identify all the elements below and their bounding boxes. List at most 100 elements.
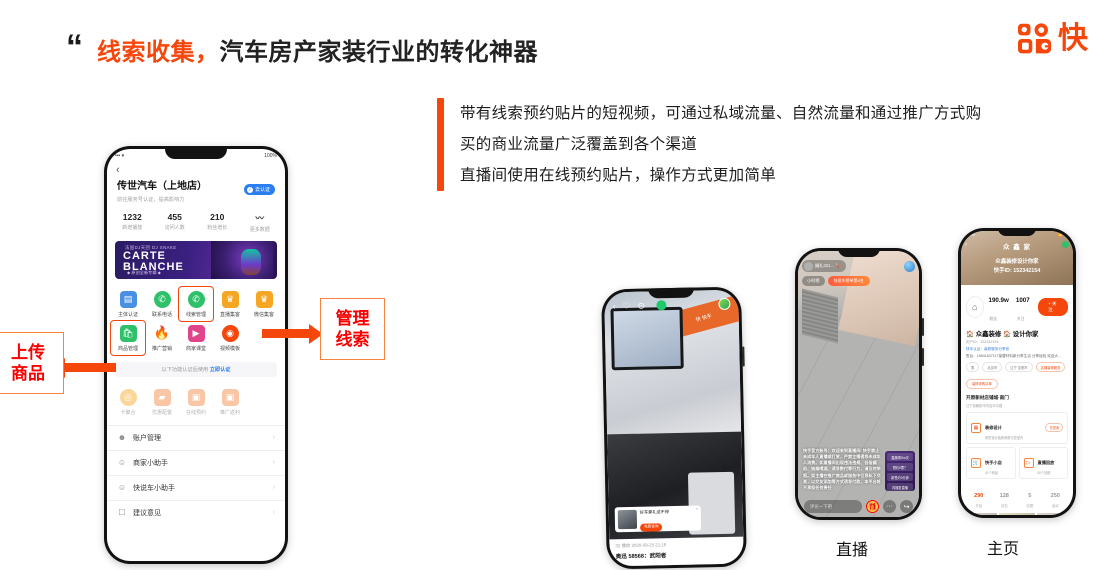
feature-tuiguangfanli[interactable]: ▣ 推广返利	[213, 385, 247, 419]
stat-label: 更多数据	[249, 226, 270, 233]
video-author[interactable]: 奥迅 58568：武阳者	[616, 550, 738, 560]
card-stack-icon: ◎	[119, 388, 137, 406]
more-circle-icon[interactable]: ⊙	[637, 300, 645, 311]
share-icon[interactable]: ↪	[900, 500, 913, 513]
profile-user-id: 用户ID：152342154	[966, 340, 999, 344]
product-clue-card[interactable]: 好车豪礼送不停 免费咨询 ×	[614, 505, 702, 533]
verify-badge[interactable]: ✓ 去认证	[243, 184, 275, 195]
video-tile[interactable]: 热门 装修过程中的水电改造	[998, 511, 1036, 515]
video-tile[interactable]: 热门 住宅墙面刷新什么	[961, 511, 999, 515]
profile-chips: 男 北京市 辽宁 沈阳市 店铺装修服务	[966, 362, 1068, 373]
service-card-action[interactable]: 去咨询	[1045, 423, 1063, 433]
more-data-button[interactable]: 〰 更多数据	[239, 212, 282, 233]
certificate-icon: ▤	[119, 290, 137, 308]
comment-input[interactable]: 评论一下吧	[804, 500, 862, 513]
live-hour-rank-tag[interactable]: 小时榜	[802, 276, 825, 286]
feature-shipinmuban[interactable]: ◉ 视频模板	[213, 321, 247, 355]
live-rank-tags: 小时榜 快说车榜单第6名	[802, 276, 870, 286]
locked-feature-grid: ◎ 卡聚合 ▰ 优惠配置 ▣ 在线预约 ▣ 推广返利	[107, 377, 285, 421]
service-card-design[interactable]: ▦ 装修设计 带您设计装修房屋与您室内 去咨询	[966, 411, 1068, 444]
feature-zhibojike[interactable]: ♛ 直播集客	[213, 287, 247, 321]
verify-notice: 以下功能认证后使用 立即认证	[115, 361, 277, 377]
list-item-car-assistant[interactable]: ☺ 快说车小助手 ›	[107, 474, 285, 500]
profile-chip[interactable]: 男	[966, 362, 980, 373]
feature-label: 直播集客	[219, 311, 240, 318]
profile-chip[interactable]: 辽宁 沈阳市	[1005, 362, 1033, 373]
product-card-title: 好车豪礼送不停	[639, 509, 670, 515]
list-item-account[interactable]: ☻ 账户管理 ›	[107, 424, 285, 450]
profile-hero: 23:39 📶 🔋 ‹ 众 鑫 家 众鑫装修设计你家 快手ID: 1523421…	[961, 231, 1073, 285]
description-line-3: 直播间使用在线预约贴片，操作方式更加简单	[460, 167, 777, 184]
tab-value: 5	[1028, 492, 1032, 499]
profile-purchase-pill[interactable]: 装修采购清单	[966, 378, 998, 389]
heart-icon[interactable]: ♡	[622, 300, 630, 311]
description-line-2: 买的商业流量广泛覆盖到各个渠道	[460, 136, 698, 153]
tab-likes[interactable]: 250 喜欢	[1043, 484, 1069, 508]
phone-side-button	[742, 346, 745, 367]
gift-icon[interactable]: 🎁	[866, 500, 879, 513]
stat-item[interactable]: 1232 新增播放	[111, 212, 154, 233]
service-card-replay[interactable]: ▷ 直播回放 60个回放	[1018, 446, 1068, 479]
fans-stat[interactable]: 190.9w 粉丝	[989, 289, 1011, 325]
globe-icon[interactable]	[904, 260, 915, 272]
feature-zaixianyuyue[interactable]: ▣ 在线预约	[179, 385, 213, 419]
stat-item[interactable]: 210 粉丝增长	[196, 212, 239, 233]
tab-label: 作品	[975, 503, 983, 508]
live-host-pill[interactable]: 婚礼321... 🍗	[802, 260, 847, 272]
phone-side-button	[922, 348, 924, 366]
check-icon: ✓	[246, 186, 253, 193]
profile-service-cards: ▦ 装修设计 带您设计装修房屋与您室内 去咨询 🛒 快手小店 41个商品 ▷ 直…	[966, 411, 1068, 479]
live-dot-icon[interactable]	[655, 300, 667, 311]
feature-label: 商品管理	[117, 345, 138, 352]
tab-dynamics[interactable]: 128 动态	[992, 484, 1018, 508]
stat-label: 新增播放	[122, 224, 143, 231]
chat-icon: ☺	[117, 483, 127, 492]
list-item-merchant-assistant[interactable]: ☺ 商家小助手 ›	[107, 449, 285, 475]
food-emoji-icon: 🍗	[835, 263, 842, 268]
feature-weixinjike[interactable]: ♛ 微信集客	[247, 287, 281, 321]
annotation-arrow-left	[51, 357, 116, 378]
profile-stats-row: ⌂ 190.9w 粉丝 1007 关注 + 关注	[966, 289, 1069, 325]
profile-chip[interactable]: 店铺装修服务	[1035, 362, 1066, 373]
service-card-shop[interactable]: 🛒 快手小店 41个商品	[966, 446, 1016, 479]
tab-works[interactable]: 290 作品	[966, 484, 992, 508]
feature-zhutirenzheng[interactable]: ▤ 主体认证	[111, 287, 145, 321]
follow-button[interactable]: + 关注	[1038, 298, 1069, 316]
chevron-left-icon[interactable]: ‹	[612, 301, 615, 311]
live-rank-tag[interactable]: 快说车榜单第6名	[827, 276, 870, 286]
annotation-arrow-right	[262, 323, 323, 344]
product-card-button[interactable]: 免费咨询	[639, 523, 663, 532]
list-item-feedback[interactable]: ☐ 建议意见 ›	[107, 499, 285, 525]
follow-stat[interactable]: 1007 关注	[1016, 289, 1033, 325]
close-icon[interactable]: ×	[696, 507, 699, 513]
feature-youhuipeizhi[interactable]: ▰ 优惠配置	[145, 385, 179, 419]
video-tile[interactable]: 热门 新房装修步骤流程	[1035, 511, 1073, 515]
profile-chip[interactable]: 北京市	[982, 362, 1003, 373]
shop-header: 传世汽车（上地店） 前往服务号认证，提高影响力 ✓ 去认证	[107, 176, 285, 205]
feature-shangjiaketang[interactable]: ▶ 商家课堂	[179, 321, 213, 355]
promo-banner[interactable]: 法国DJ天团 DJ SNAKE CARTE BLANCHE ◆ 原创全新专辑 ◆	[115, 240, 277, 279]
stat-item[interactable]: 455 访问人数	[154, 212, 197, 233]
feature-tuiguangyingxiao[interactable]: 🔥 推广营销	[145, 321, 179, 355]
back-button[interactable]: ‹	[107, 163, 285, 176]
video-template-icon: ◉	[221, 324, 239, 342]
feature-shangpinguanli[interactable]: 🛍 商品管理	[110, 319, 146, 356]
stat-value: 455	[167, 211, 182, 222]
flame-icon: 🔥	[153, 325, 171, 340]
ribbon-text: 快 快手	[695, 312, 713, 323]
profile-avatar[interactable]: ⌂	[966, 296, 984, 318]
user-icon: ☻	[117, 433, 127, 442]
feature-lianxidianhua[interactable]: ✆ 联系电话	[145, 287, 179, 321]
verify-now-link[interactable]: 立即认证	[210, 367, 231, 373]
live-ad-line: 闪播复直播	[887, 483, 913, 491]
feature-xiansuoguanli[interactable]: ✆ 线索管理	[178, 285, 214, 322]
tab-favorites[interactable]: 5 收藏	[1017, 484, 1043, 508]
live-ad-panel[interactable]: 直播带Ow次 预约0票？ 新签约0分钟 闪播复直播	[885, 451, 915, 491]
more-icon[interactable]: ···	[883, 500, 896, 513]
phone-mockup-short-video: 快 快手 ‹ ♡ ⊙ 好车豪礼送不停 免费咨询 × 32 播放 2020-09-…	[601, 286, 747, 570]
shop-icon: 🛒	[971, 457, 981, 468]
avatar[interactable]	[718, 297, 731, 311]
live-bottom-bar: 评论一下吧 🎁 ··· ↪	[798, 500, 919, 513]
feature-kajuhe[interactable]: ◎ 卡聚合	[111, 385, 145, 419]
profile-two-cards: 🛒 快手小店 41个商品 ▷ 直播回放 60个回放	[966, 446, 1068, 479]
